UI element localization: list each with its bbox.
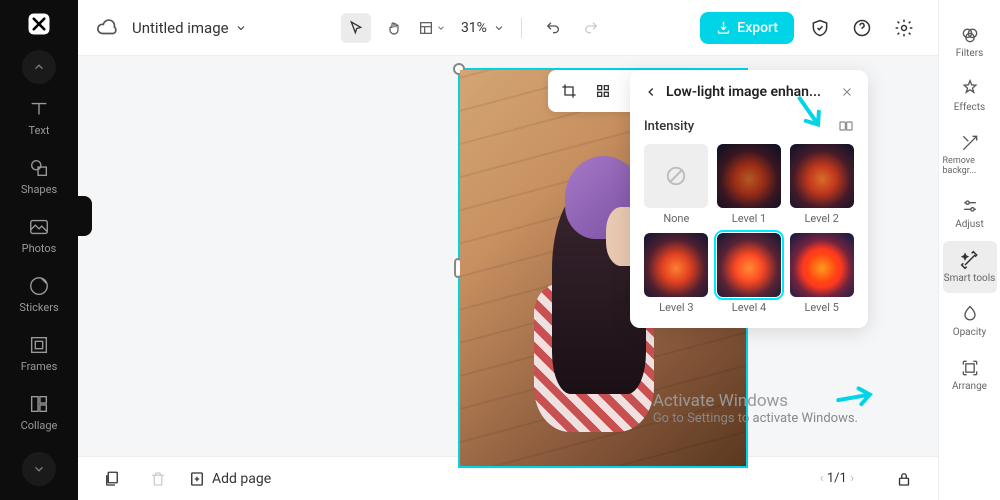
option-level-4[interactable]: Level 4 bbox=[717, 233, 782, 314]
lock-icon[interactable] bbox=[888, 463, 920, 495]
topbar: Untitled image 31% Export bbox=[78, 0, 938, 56]
intensity-options: None Level 1 Level 2 Level 3 Level 4 bbox=[644, 144, 854, 314]
right-sidebar: Filters Effects Remove backgr... Adjust … bbox=[938, 0, 1000, 500]
left-sidebar: Text Shapes Photos Stickers Frames Colla… bbox=[0, 0, 78, 500]
sidebar-item-photos[interactable]: Photos bbox=[9, 206, 69, 265]
right-item-adjust[interactable]: Adjust bbox=[943, 187, 997, 239]
nav-label: Shapes bbox=[21, 183, 57, 196]
sidebar-expand-tab[interactable] bbox=[78, 196, 92, 236]
undo-button[interactable] bbox=[538, 13, 568, 43]
nav-label: Text bbox=[29, 124, 50, 137]
option-level-3[interactable]: Level 3 bbox=[644, 233, 709, 314]
export-button[interactable]: Export bbox=[700, 12, 794, 44]
option-none[interactable]: None bbox=[644, 144, 709, 225]
nav-scroll-down[interactable] bbox=[22, 452, 56, 486]
shield-icon[interactable] bbox=[804, 12, 836, 44]
main-area: Untitled image 31% Export bbox=[78, 0, 938, 500]
smart-tools-panel: Low-light image enhan... Intensity None … bbox=[630, 70, 868, 328]
nav-label: Stickers bbox=[19, 301, 58, 314]
chevron-down-icon bbox=[493, 22, 505, 34]
page-counter[interactable]: ‹ 1/1 › bbox=[820, 471, 854, 486]
apps-button[interactable] bbox=[588, 76, 618, 106]
redo-button[interactable] bbox=[576, 13, 606, 43]
right-item-opacity[interactable]: Opacity bbox=[943, 295, 997, 347]
cloud-icon[interactable] bbox=[96, 17, 118, 39]
sidebar-item-text[interactable]: Text bbox=[9, 88, 69, 147]
document-title[interactable]: Untitled image bbox=[132, 19, 247, 37]
layout-tool[interactable] bbox=[417, 13, 447, 43]
nav-label: Photos bbox=[22, 242, 57, 255]
canvas-area[interactable]: age 1 Low-light image enhan... bbox=[78, 56, 938, 456]
close-icon[interactable] bbox=[840, 85, 854, 99]
settings-icon[interactable] bbox=[888, 12, 920, 44]
back-icon[interactable] bbox=[644, 85, 658, 99]
sidebar-item-collage[interactable]: Collage bbox=[9, 383, 69, 442]
option-level-2[interactable]: Level 2 bbox=[789, 144, 854, 225]
pages-icon[interactable] bbox=[96, 463, 128, 495]
annotation-arrow bbox=[834, 379, 879, 415]
right-item-effects[interactable]: Effects bbox=[943, 70, 997, 122]
hand-tool[interactable] bbox=[379, 13, 409, 43]
right-item-remove-bg[interactable]: Remove backgr... bbox=[943, 124, 997, 185]
windows-watermark: Activate Windows Go to Settings to activ… bbox=[653, 391, 858, 426]
nav-scroll-up[interactable] bbox=[22, 50, 56, 84]
zoom-level[interactable]: 31% bbox=[461, 20, 505, 36]
option-level-5[interactable]: Level 5 bbox=[789, 233, 854, 314]
cursor-tool[interactable] bbox=[341, 13, 371, 43]
sidebar-item-frames[interactable]: Frames bbox=[9, 324, 69, 383]
intensity-label: Intensity bbox=[644, 119, 694, 134]
nav-label: Collage bbox=[21, 419, 58, 432]
compare-icon[interactable] bbox=[838, 118, 854, 134]
add-page-button[interactable]: Add page bbox=[188, 470, 271, 488]
add-page-icon bbox=[188, 470, 206, 488]
right-item-smart-tools[interactable]: Smart tools bbox=[943, 241, 997, 293]
chevron-down-icon bbox=[235, 22, 247, 34]
export-icon bbox=[716, 20, 731, 35]
delete-icon[interactable] bbox=[142, 463, 174, 495]
nav-label: Frames bbox=[21, 360, 58, 373]
option-level-1[interactable]: Level 1 bbox=[717, 144, 782, 225]
right-item-arrange[interactable]: Arrange bbox=[943, 349, 997, 401]
sidebar-item-shapes[interactable]: Shapes bbox=[9, 147, 69, 206]
right-item-filters[interactable]: Filters bbox=[943, 16, 997, 68]
app-logo[interactable] bbox=[25, 10, 53, 38]
sidebar-item-stickers[interactable]: Stickers bbox=[9, 265, 69, 324]
help-icon[interactable] bbox=[846, 12, 878, 44]
crop-button[interactable] bbox=[554, 76, 584, 106]
